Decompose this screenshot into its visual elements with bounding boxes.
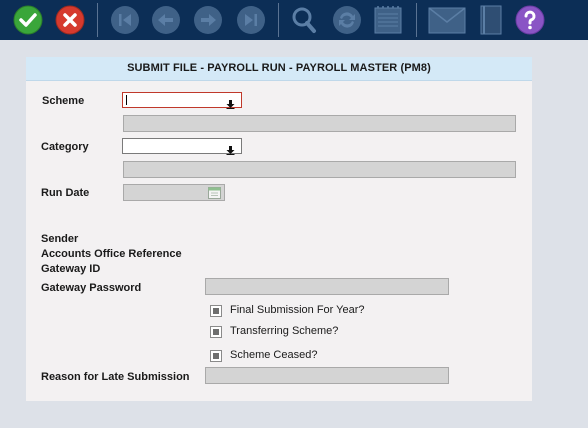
late-submission-label: Reason for Late Submission [41, 371, 190, 383]
scheme-label: Scheme [42, 95, 85, 107]
panel-title: SUBMIT FILE - PAYROLL RUN - PAYROLL MAST… [26, 57, 532, 81]
chevron-down-icon[interactable] [226, 96, 235, 114]
transferring-scheme-checkbox[interactable] [210, 326, 222, 338]
transferring-scheme-label: Transferring Scheme? [230, 325, 339, 337]
text-cursor [126, 95, 127, 105]
cancel-icon[interactable] [55, 5, 85, 35]
late-submission-reason-input[interactable] [205, 367, 449, 384]
mail-icon[interactable] [428, 7, 466, 39]
run-date-label: Run Date [41, 187, 90, 199]
toolbar [0, 0, 588, 40]
gateway-password-input[interactable] [205, 278, 449, 295]
toolbar-separator [416, 3, 417, 37]
scheme-ceased-label: Scheme Ceased? [230, 349, 318, 361]
final-submission-checkbox[interactable] [210, 305, 222, 317]
category-label: Category [41, 141, 89, 153]
submit-file-panel: SUBMIT FILE - PAYROLL RUN - PAYROLL MAST… [26, 57, 532, 401]
sender-label: Sender [41, 233, 79, 245]
previous-record-icon[interactable] [151, 5, 181, 35]
refresh-icon[interactable] [332, 5, 362, 35]
chevron-down-icon[interactable] [226, 142, 235, 160]
category-description-field [123, 161, 516, 178]
next-record-icon[interactable] [193, 5, 223, 35]
run-date-field[interactable] [123, 184, 225, 201]
scheme-ceased-checkbox[interactable] [210, 350, 222, 362]
book-icon[interactable] [480, 5, 502, 40]
help-icon[interactable] [515, 5, 545, 35]
check-icon[interactable] [13, 5, 43, 35]
category-dropdown[interactable] [122, 138, 242, 155]
accounts-office-reference-label: Accounts Office Reference [41, 248, 182, 260]
toolbar-separator [97, 3, 98, 37]
calendar-icon[interactable] [208, 186, 221, 204]
first-record-icon[interactable] [110, 5, 140, 35]
gateway-id-label: Gateway ID [41, 263, 101, 275]
last-record-icon[interactable] [236, 5, 266, 35]
scheme-description-field [123, 115, 516, 132]
scheme-dropdown[interactable] [122, 92, 242, 109]
gateway-password-label: Gateway Password [41, 282, 142, 294]
toolbar-separator [278, 3, 279, 37]
final-submission-label: Final Submission For Year? [230, 304, 365, 316]
search-icon[interactable] [289, 5, 319, 35]
notepad-icon[interactable] [374, 6, 402, 39]
